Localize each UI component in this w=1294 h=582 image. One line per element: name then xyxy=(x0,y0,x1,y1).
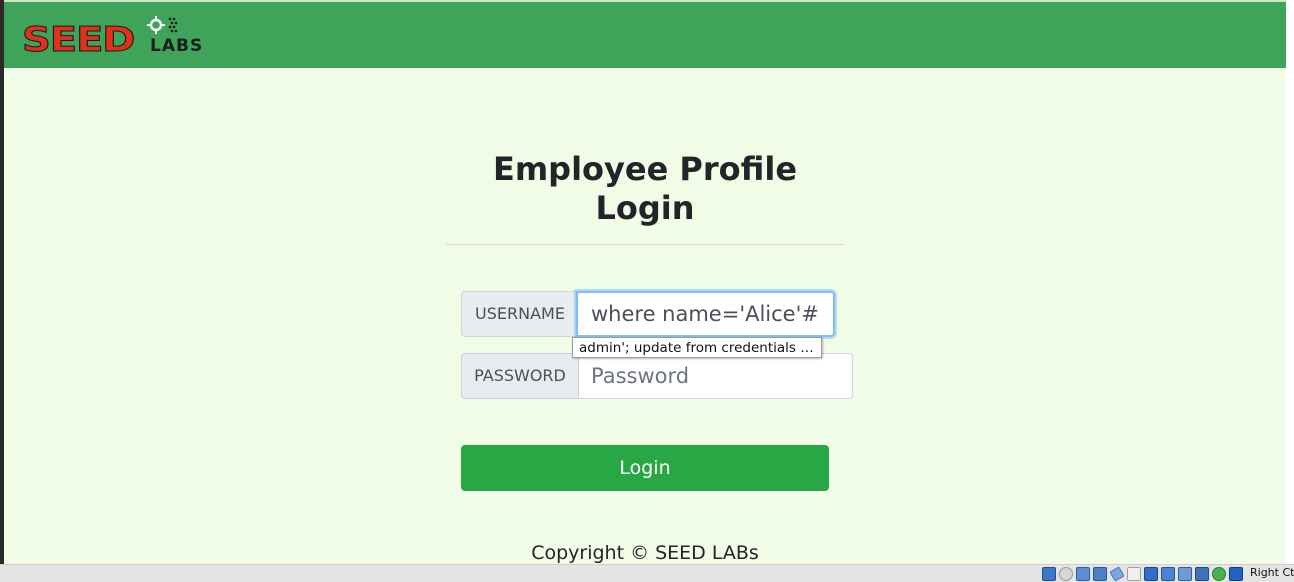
login-button[interactable]: Login xyxy=(461,445,829,491)
video-capture-icon[interactable] xyxy=(1178,567,1192,581)
audio-icon[interactable] xyxy=(1076,567,1090,581)
display-icon[interactable] xyxy=(1144,567,1158,581)
username-label: USERNAME xyxy=(461,291,579,337)
username-input[interactable]: where name='Alice'# xyxy=(576,291,835,337)
host-key-label: Right Ctrl xyxy=(1250,566,1294,579)
copyright-footer: Copyright © SEED LABs xyxy=(531,542,759,564)
title-divider xyxy=(446,244,844,245)
page-title: Employee Profile Login xyxy=(492,150,798,227)
status-tray xyxy=(1042,566,1243,582)
username-input-group: USERNAME where name='Alice'# xyxy=(461,291,835,337)
optical-drive-icon[interactable] xyxy=(1059,567,1073,581)
password-label: PASSWORD xyxy=(461,353,579,399)
password-input[interactable] xyxy=(578,353,853,399)
gear-icon xyxy=(147,16,178,34)
username-value: where name='Alice'# xyxy=(591,302,819,326)
screen-capture-icon[interactable] xyxy=(1161,567,1175,581)
arrow-down-icon[interactable] xyxy=(1229,567,1243,581)
password-input-group: PASSWORD xyxy=(461,353,853,399)
logo-labs-text: LABS xyxy=(150,36,204,56)
hard-disk-icon[interactable] xyxy=(1042,567,1056,581)
vm-status-bar: Right Ctrl xyxy=(0,564,1294,582)
shared-folder-icon[interactable] xyxy=(1127,567,1141,581)
usb-icon[interactable] xyxy=(1109,566,1125,582)
network-icon[interactable] xyxy=(1093,567,1107,581)
guest-additions-icon[interactable] xyxy=(1212,567,1226,581)
navbar: SEED LABS xyxy=(4,2,1286,68)
autocomplete-suggestion[interactable]: admin'; update from credentials … xyxy=(572,337,822,358)
cpu-icon[interactable] xyxy=(1195,567,1209,581)
browser-viewport: SEED LABS Employee Profile Login USERNAM… xyxy=(4,0,1286,564)
logo-seed-text: SEED xyxy=(21,20,136,61)
window-right-edge xyxy=(1286,0,1294,564)
seed-labs-logo[interactable]: SEED LABS xyxy=(21,16,222,61)
